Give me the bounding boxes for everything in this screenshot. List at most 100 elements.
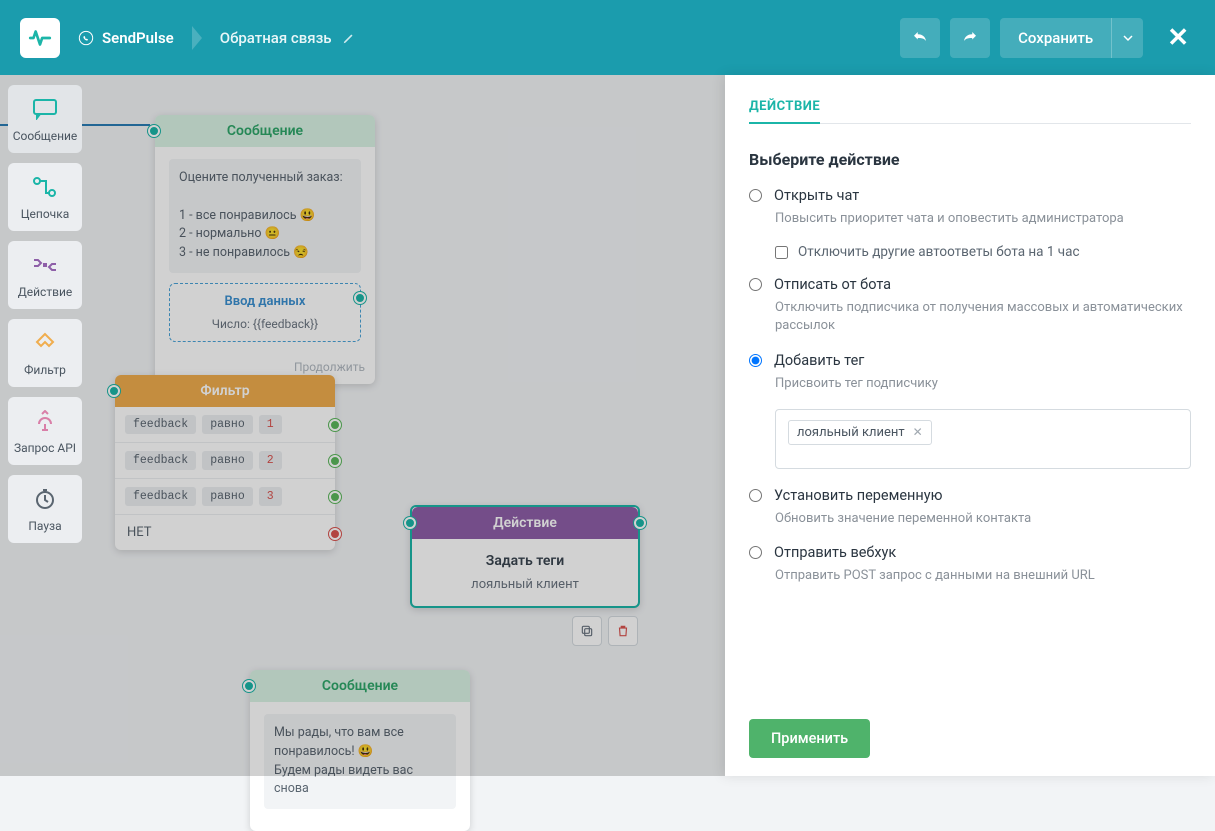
node-title: Сообщение xyxy=(155,115,375,147)
panel-footer: Применить xyxy=(725,701,1215,776)
sidebar-item-api[interactable]: Запрос API xyxy=(8,397,82,465)
tag-chip: лояльный клиент ✕ xyxy=(788,420,932,445)
remove-tag-icon[interactable]: ✕ xyxy=(913,425,923,439)
node-body: Задать теги лояльный клиент xyxy=(412,539,638,606)
option-description: Отключить подписчика от получения массов… xyxy=(775,299,1191,335)
input-value: Число: {{feedback}} xyxy=(180,315,350,333)
filter-no-label: НЕТ xyxy=(127,525,152,540)
sidebar-item-message[interactable]: Сообщение xyxy=(8,85,82,153)
panel-title: Выберите действие xyxy=(749,150,1191,169)
sidebar-label: Запрос API xyxy=(14,441,76,455)
sidebar-item-pause[interactable]: Пауза xyxy=(8,475,82,543)
radio-set-variable[interactable] xyxy=(749,489,762,502)
radio-label: Добавить тег xyxy=(774,352,864,369)
panel-header: ДЕЙСТВИЕ xyxy=(725,75,1215,132)
brand-text: SendPulse xyxy=(102,29,174,47)
node-title: Сообщение xyxy=(250,670,470,702)
radio-add-tag[interactable] xyxy=(749,354,762,367)
panel-body: Выберите действие Открыть чат Повысить п… xyxy=(725,132,1215,701)
logo[interactable] xyxy=(20,18,60,58)
save-dropdown[interactable] xyxy=(1111,18,1143,58)
option-unsubscribe[interactable]: Отписать от бота xyxy=(749,276,1191,293)
node-message-2[interactable]: Сообщение Мы рады, что вам все понравило… xyxy=(250,670,470,831)
sub-checkbox-disable-autoreply[interactable]: Отключить другие автоответы бота на 1 ча… xyxy=(775,244,1191,260)
input-port[interactable] xyxy=(148,125,160,137)
option-open-chat[interactable]: Открыть чат xyxy=(749,187,1191,204)
sidebar-label: Цепочка xyxy=(21,207,69,221)
message-icon xyxy=(31,95,59,123)
input-port[interactable] xyxy=(108,385,120,397)
radio-unsubscribe[interactable] xyxy=(749,278,762,291)
flow-name-text: Обратная связь xyxy=(220,29,332,47)
filter-field: feedback xyxy=(125,415,196,434)
filter-op: равно xyxy=(202,451,253,470)
radio-label: Открыть чат xyxy=(774,187,859,204)
option-description: Обновить значение переменной контакта xyxy=(775,510,1191,528)
filter-condition-2: feedback равно 2 xyxy=(115,443,335,479)
option-description: Присвоить тег подписчику xyxy=(775,375,1191,393)
message-text: Мы рады, что вам все понравилось! 😃 Буде… xyxy=(264,714,456,809)
filter-icon xyxy=(31,329,59,357)
filter-field: feedback xyxy=(125,451,196,470)
option-webhook[interactable]: Отправить вебхук xyxy=(749,544,1191,561)
panel-tab[interactable]: ДЕЙСТВИЕ xyxy=(749,99,820,124)
chain-icon xyxy=(31,173,59,201)
sidebar-label: Сообщение xyxy=(13,129,78,143)
checkbox-disable-autoreply[interactable] xyxy=(775,246,788,259)
radio-open-chat[interactable] xyxy=(749,189,762,202)
breadcrumb-separator xyxy=(192,26,202,50)
sidebar: Сообщение Цепочка Действие Фильтр Запрос… xyxy=(0,75,90,776)
api-icon xyxy=(31,407,59,435)
node-filter[interactable]: Фильтр feedback равно 1 feedback равно 2… xyxy=(115,375,335,550)
undo-button[interactable] xyxy=(900,18,940,58)
action-panel: ДЕЙСТВИЕ Выберите действие Открыть чат П… xyxy=(725,75,1215,776)
filter-else: НЕТ xyxy=(115,515,335,550)
filter-condition-3: feedback равно 3 xyxy=(115,479,335,515)
pulse-icon xyxy=(27,25,53,51)
sidebar-item-chain[interactable]: Цепочка xyxy=(8,163,82,231)
output-port[interactable] xyxy=(329,528,341,540)
option-set-variable[interactable]: Установить переменную xyxy=(749,487,1191,504)
brand[interactable]: SendPulse xyxy=(78,29,174,47)
sidebar-item-filter[interactable]: Фильтр xyxy=(8,319,82,387)
option-add-tag[interactable]: Добавить тег xyxy=(749,352,1191,369)
output-port[interactable] xyxy=(329,419,341,431)
copy-button[interactable] xyxy=(572,616,602,646)
sidebar-item-action[interactable]: Действие xyxy=(8,241,82,309)
output-port[interactable] xyxy=(329,491,341,503)
node-title: Действие xyxy=(412,507,638,539)
sidebar-label: Пауза xyxy=(28,519,61,533)
filter-val: 2 xyxy=(259,451,282,470)
output-port[interactable] xyxy=(329,455,341,467)
pencil-icon[interactable] xyxy=(342,31,356,45)
checkbox-label: Отключить другие автоответы бота на 1 ча… xyxy=(798,244,1080,260)
node-title: Фильтр xyxy=(115,375,335,407)
save-group: Сохранить xyxy=(1000,18,1143,58)
input-port[interactable] xyxy=(243,680,255,692)
filter-op: равно xyxy=(202,487,253,506)
action-subtitle: Задать теги xyxy=(426,553,624,569)
filter-val: 3 xyxy=(259,487,282,506)
radio-label: Отправить вебхук xyxy=(774,544,896,561)
delete-button[interactable] xyxy=(608,616,638,646)
node-body: Мы рады, что вам все понравилось! 😃 Буде… xyxy=(250,702,470,831)
filter-field: feedback xyxy=(125,487,196,506)
node-body: Оцените полученный заказ: 1 - все понрав… xyxy=(155,147,375,354)
option-description: Отправить POST запрос с данными на внешн… xyxy=(775,567,1191,585)
radio-label: Установить переменную xyxy=(774,487,942,504)
input-port[interactable] xyxy=(404,517,416,529)
flow-name[interactable]: Обратная связь xyxy=(220,29,356,47)
sidebar-label: Действие xyxy=(18,285,73,299)
close-button[interactable]: ✕ xyxy=(1161,23,1195,53)
node-action[interactable]: Действие Задать теги лояльный клиент xyxy=(410,505,640,608)
radio-webhook[interactable] xyxy=(749,546,762,559)
node-message-1[interactable]: Сообщение Оцените полученный заказ: 1 - … xyxy=(155,115,375,384)
tag-input-box[interactable]: лояльный клиент ✕ xyxy=(775,409,1191,469)
apply-button[interactable]: Применить xyxy=(749,719,870,758)
output-port[interactable] xyxy=(354,292,366,304)
save-button[interactable]: Сохранить xyxy=(1000,18,1111,58)
header: SendPulse Обратная связь Сохранить ✕ xyxy=(0,0,1215,75)
output-port[interactable] xyxy=(634,517,646,529)
input-title: Ввод данных xyxy=(180,292,350,312)
redo-button[interactable] xyxy=(950,18,990,58)
